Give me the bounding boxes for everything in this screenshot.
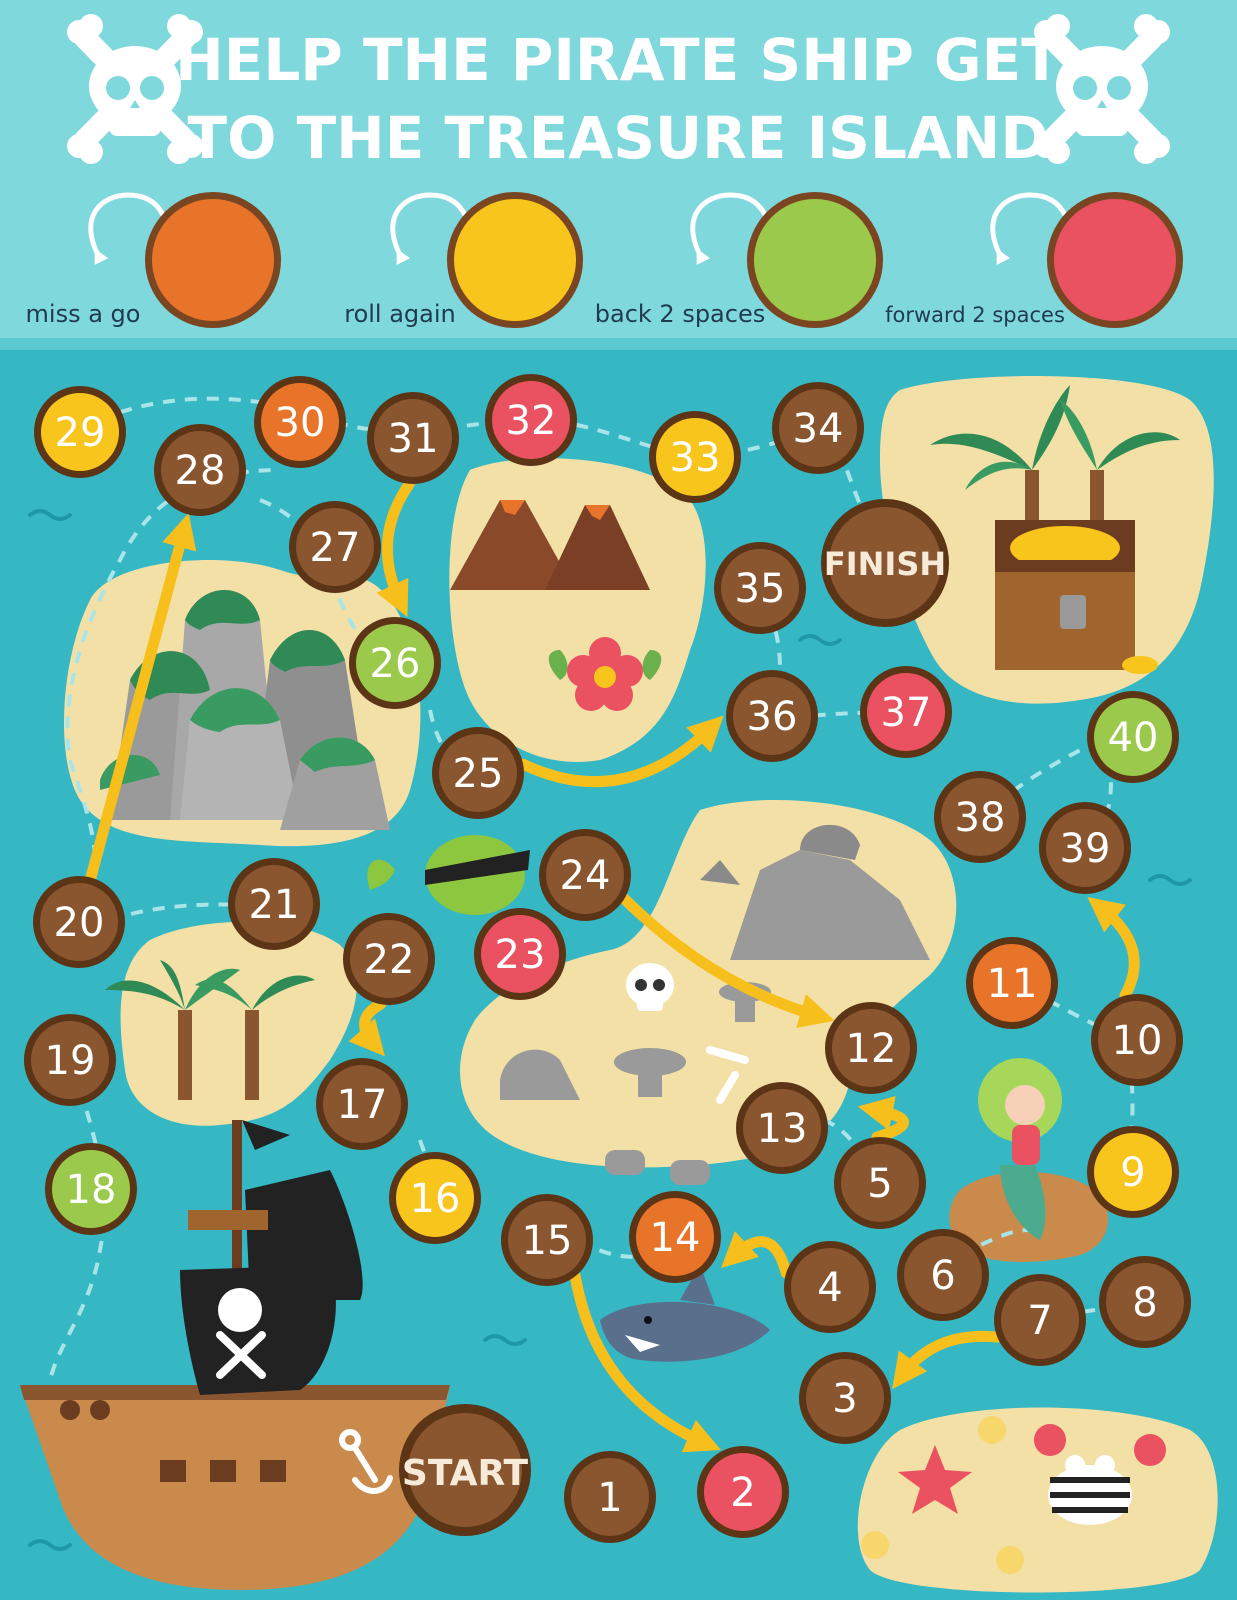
legend-label: back 2 spaces bbox=[595, 300, 765, 328]
board-space-33[interactable]: 33 bbox=[649, 411, 741, 503]
finish-space[interactable]: FINISH bbox=[821, 499, 949, 627]
space-number: 25 bbox=[453, 751, 504, 797]
space-number: 10 bbox=[1112, 1018, 1163, 1064]
space-number: 17 bbox=[337, 1082, 388, 1128]
board-space-10[interactable]: 10 bbox=[1091, 994, 1183, 1086]
board-space-25[interactable]: 25 bbox=[432, 727, 524, 819]
board-space-3[interactable]: 3 bbox=[799, 1352, 891, 1444]
space-number: 33 bbox=[670, 435, 721, 481]
space-number: 39 bbox=[1060, 826, 1111, 872]
space-number: 36 bbox=[747, 694, 798, 740]
legend-label: forward 2 spaces bbox=[885, 303, 1065, 327]
board-space-34[interactable]: 34 bbox=[772, 382, 864, 474]
board-space-14[interactable]: 14 bbox=[629, 1191, 721, 1283]
board-space-11[interactable]: 11 bbox=[966, 937, 1058, 1029]
board-space-1[interactable]: 1 bbox=[564, 1451, 656, 1543]
board-space-37[interactable]: 37 bbox=[860, 666, 952, 758]
space-number: 9 bbox=[1120, 1150, 1145, 1196]
space-number: 38 bbox=[955, 795, 1006, 841]
space-number: 18 bbox=[66, 1167, 117, 1213]
title-line-1: HELP THE PIRATE SHIP GET bbox=[175, 26, 1061, 94]
space-number: 32 bbox=[506, 398, 557, 444]
board-space-6[interactable]: 6 bbox=[897, 1229, 989, 1321]
board-space-23[interactable]: 23 bbox=[474, 908, 566, 1000]
board-space-5[interactable]: 5 bbox=[834, 1137, 926, 1229]
board-space-29[interactable]: 29 bbox=[34, 386, 126, 478]
legend-label: roll again bbox=[344, 300, 456, 328]
legend-swatch bbox=[152, 199, 274, 321]
space-number: 20 bbox=[54, 900, 105, 946]
board-space-8[interactable]: 8 bbox=[1099, 1256, 1191, 1348]
space-number: 16 bbox=[410, 1176, 461, 1222]
board-space-9[interactable]: 9 bbox=[1087, 1126, 1179, 1218]
header-divider bbox=[0, 338, 1237, 350]
board-space-15[interactable]: 15 bbox=[501, 1194, 593, 1286]
space-number: 8 bbox=[1132, 1280, 1157, 1326]
board-space-39[interactable]: 39 bbox=[1039, 802, 1131, 894]
legend-label: miss a go bbox=[26, 300, 141, 328]
space-number: 27 bbox=[310, 525, 361, 571]
title-line-2: TO THE TREASURE ISLAND bbox=[188, 104, 1049, 172]
board-space-32[interactable]: 32 bbox=[485, 374, 577, 466]
board-space-7[interactable]: 7 bbox=[994, 1274, 1086, 1366]
finish-label: FINISH bbox=[824, 545, 946, 583]
board-space-38[interactable]: 38 bbox=[934, 771, 1026, 863]
legend-swatch bbox=[1054, 199, 1176, 321]
board-canvas: HELP THE PIRATE SHIP GET TO THE TREASURE… bbox=[0, 0, 1237, 1600]
legend-swatch bbox=[754, 199, 876, 321]
space-number: 15 bbox=[522, 1218, 573, 1264]
board-space-21[interactable]: 21 bbox=[228, 858, 320, 950]
space-number: 5 bbox=[867, 1161, 892, 1207]
space-number: 13 bbox=[757, 1106, 808, 1152]
space-number: 24 bbox=[560, 853, 611, 899]
space-number: 1 bbox=[597, 1475, 622, 1521]
start-space[interactable]: START bbox=[399, 1404, 531, 1536]
space-number: 28 bbox=[175, 448, 226, 494]
board-space-17[interactable]: 17 bbox=[316, 1058, 408, 1150]
space-number: 7 bbox=[1027, 1298, 1052, 1344]
space-number: 23 bbox=[495, 932, 546, 978]
space-number: 31 bbox=[388, 416, 439, 462]
space-number: 2 bbox=[730, 1470, 755, 1516]
board-space-2[interactable]: 2 bbox=[697, 1446, 789, 1538]
space-number: 34 bbox=[793, 406, 844, 452]
board-space-13[interactable]: 13 bbox=[736, 1082, 828, 1174]
board-space-4[interactable]: 4 bbox=[784, 1241, 876, 1333]
space-number: 19 bbox=[45, 1038, 96, 1084]
board-space-36[interactable]: 36 bbox=[726, 670, 818, 762]
board-space-12[interactable]: 12 bbox=[825, 1002, 917, 1094]
board-space-28[interactable]: 28 bbox=[154, 424, 246, 516]
board-space-27[interactable]: 27 bbox=[289, 501, 381, 593]
board-space-30[interactable]: 30 bbox=[254, 376, 346, 468]
space-number: 11 bbox=[987, 961, 1038, 1007]
space-number: 3 bbox=[832, 1376, 857, 1422]
space-number: 29 bbox=[55, 410, 106, 456]
space-number: 4 bbox=[817, 1265, 842, 1311]
legend-swatch bbox=[454, 199, 576, 321]
space-number: 6 bbox=[930, 1253, 955, 1299]
start-label: START bbox=[402, 1453, 529, 1494]
space-number: 12 bbox=[846, 1026, 897, 1072]
board-space-26[interactable]: 26 bbox=[349, 617, 441, 709]
board-space-31[interactable]: 31 bbox=[367, 392, 459, 484]
board-space-35[interactable]: 35 bbox=[714, 542, 806, 634]
space-number: 26 bbox=[370, 641, 421, 687]
board-space-40[interactable]: 40 bbox=[1087, 691, 1179, 783]
board-space-24[interactable]: 24 bbox=[539, 829, 631, 921]
space-number: 40 bbox=[1108, 715, 1159, 761]
space-number: 14 bbox=[650, 1215, 701, 1261]
treasure-chest-icon bbox=[995, 520, 1158, 674]
space-number: 37 bbox=[881, 690, 932, 736]
board-space-19[interactable]: 19 bbox=[24, 1014, 116, 1106]
space-number: 35 bbox=[735, 566, 786, 612]
board-space-18[interactable]: 18 bbox=[45, 1143, 137, 1235]
space-number: 30 bbox=[275, 400, 326, 446]
space-number: 21 bbox=[249, 882, 300, 928]
game-board: HELP THE PIRATE SHIP GET TO THE TREASURE… bbox=[0, 0, 1237, 1600]
board-space-20[interactable]: 20 bbox=[33, 876, 125, 968]
board-space-22[interactable]: 22 bbox=[343, 913, 435, 1005]
board-space-16[interactable]: 16 bbox=[389, 1152, 481, 1244]
space-number: 22 bbox=[364, 937, 415, 983]
